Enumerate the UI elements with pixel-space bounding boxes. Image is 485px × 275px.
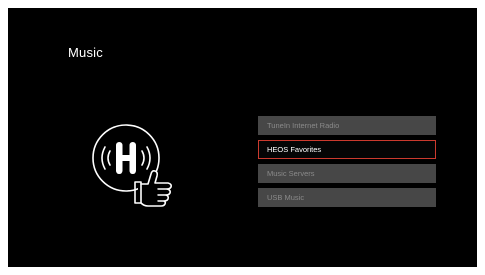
menu-item-label: TuneIn Internet Radio [267, 121, 340, 130]
menu-item-label: HEOS Favorites [267, 145, 322, 154]
page-title: Music [68, 45, 103, 60]
music-screen: Music TuneIn Internet Radio HEOS Favorit… [8, 8, 477, 267]
menu-item-tunein-internet-radio[interactable]: TuneIn Internet Radio [258, 116, 436, 135]
source-menu: TuneIn Internet Radio HEOS Favorites Mus… [258, 116, 436, 212]
menu-item-label: USB Music [267, 193, 305, 202]
menu-item-heos-favorites[interactable]: HEOS Favorites [258, 140, 436, 159]
heos-logo-icon [88, 120, 188, 220]
menu-item-music-servers[interactable]: Music Servers [258, 164, 436, 183]
menu-item-label: Music Servers [267, 169, 315, 178]
menu-item-usb-music[interactable]: USB Music [258, 188, 436, 207]
